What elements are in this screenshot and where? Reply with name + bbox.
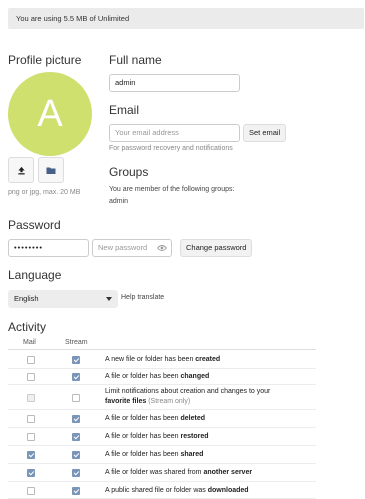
language-heading: Language [8,268,62,282]
activity-label: A file or folder has been deleted [105,414,205,424]
mail-checkbox [27,394,35,402]
mail-checkbox[interactable] [27,415,35,423]
activity-row: A file or folder has been shared [8,446,316,464]
activity-label-text: A file or folder has been [105,433,181,440]
activity-row: A new file or folder has been created [8,350,316,369]
language-selected: English [14,294,39,303]
stream-checkbox[interactable] [72,356,80,364]
mail-checkbox[interactable] [27,433,35,441]
stream-checkbox[interactable] [72,451,80,459]
mail-column-header: Mail [23,339,36,346]
activity-label-text: A file or folder was shared from [105,469,204,476]
activity-label: Limit notifications about creation and c… [105,387,270,407]
activity-heading: Activity [8,320,47,334]
password-heading: Password [8,218,61,232]
avatar-hint: png or jpg, max. 20 MB [8,189,81,196]
activity-label-bold: deleted [180,415,206,422]
help-translate-link[interactable]: Help translate [121,294,164,301]
activity-label-text: A file or folder has been [105,415,181,422]
upload-button[interactable] [8,157,34,183]
email-hint: For password recovery and notifications [109,145,233,152]
activity-label: A public shared file or folder was downl… [105,486,249,496]
activity-label-bold: changed [180,373,210,380]
activity-label-text: A file or folder has been [105,373,181,380]
storage-quota-bar: You are using 5.5 MB of Unlimited [8,8,364,29]
groups-heading: Groups [109,165,149,179]
email-input[interactable]: Your email address [109,124,240,142]
stream-checkbox[interactable] [72,487,80,495]
stream-checkbox[interactable] [72,373,80,381]
activity-label-bold: favorite files [105,398,147,405]
activity-label-text: A public shared file or folder was [105,487,208,494]
activity-label-bold: downloaded [207,487,249,494]
activity-label-bold: created [195,356,221,363]
activity-label-text: A file or folder has been [105,451,181,458]
stream-checkbox[interactable] [72,415,80,423]
activity-label: A file or folder has been restored [105,432,209,442]
upload-icon [17,166,25,174]
avatar-letter: A [37,92,63,135]
stream-checkbox[interactable] [72,394,80,402]
profile-picture-heading: Profile picture [8,53,82,67]
activity-label-bold: shared [180,451,204,458]
activity-label-bold: another server [203,469,253,476]
groups-list: admin [109,198,129,205]
full-name-heading: Full name [109,53,162,67]
activity-row: A file or folder has been changed [8,369,316,385]
activity-label-line1: Limit notifications about creation and c… [105,388,271,395]
activity-label: A file or folder has been changed [105,372,209,382]
stream-checkbox[interactable] [72,433,80,441]
stream-checkbox[interactable] [72,469,80,477]
activity-row: A file or folder has been restored [8,428,316,446]
set-email-button[interactable]: Set email [243,124,287,142]
activity-label-bold: restored [180,433,209,440]
activity-label: A file or folder has been shared [105,450,203,460]
language-select[interactable]: English [8,290,118,308]
mail-checkbox[interactable] [27,469,35,477]
avatar: A [8,72,92,156]
mail-checkbox[interactable] [27,356,35,364]
activity-row: Limit notifications about creation and c… [8,385,316,410]
activity-label: A new file or folder has been created [105,355,220,365]
activity-label: A file or folder was shared from another… [105,468,252,478]
activity-row: A file or folder has been deleted [8,410,316,428]
stream-column-header: Stream [65,339,88,346]
email-heading: Email [109,103,140,117]
activity-label-text: A new file or folder has been [105,356,196,363]
choose-from-files-button[interactable] [38,157,64,183]
folder-icon [46,167,56,174]
mail-checkbox[interactable] [27,487,35,495]
groups-text: You are member of the following groups: [109,186,235,193]
eye-icon[interactable] [157,244,167,252]
current-password-input[interactable]: •••••••• [8,239,89,257]
full-name-input[interactable]: admin [109,74,240,92]
activity-row: A file or folder was shared from another… [8,464,316,482]
mail-checkbox[interactable] [27,451,35,459]
chevron-down-icon [106,297,112,301]
mail-checkbox[interactable] [27,373,35,381]
activity-label-suffix: (Stream only) [146,398,191,405]
quota-text: You are using 5.5 MB of Unlimited [16,14,130,23]
change-password-button[interactable]: Change password [180,239,253,257]
activity-row: A public shared file or folder was downl… [8,482,316,499]
